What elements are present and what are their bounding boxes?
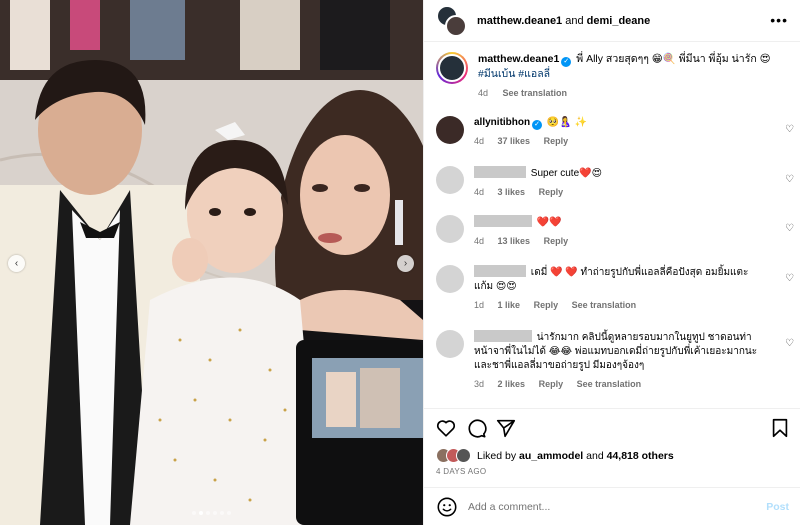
comment-text: 🥺🤱 ✨ — [544, 117, 588, 128]
caption-hashtags[interactable]: #มีนเบ้น #แอลลี่ — [478, 68, 550, 80]
comment-item: ❤️❤️ 4d 13 likes Reply ♡ — [436, 215, 796, 248]
heart-outline-icon[interactable]: ♡ — [785, 174, 794, 185]
post-time-ago[interactable]: 4 DAYS AGO — [436, 467, 486, 476]
redacted-username — [474, 265, 526, 277]
comment-username[interactable]: allynitibhon — [474, 117, 530, 128]
add-comment-input[interactable] — [468, 500, 758, 513]
see-translation-link[interactable]: See translation — [572, 300, 637, 310]
redacted-username — [474, 330, 532, 342]
more-options-icon[interactable]: ••• — [770, 13, 788, 27]
collab-avatars[interactable] — [436, 4, 468, 37]
comment-time[interactable]: 4d — [474, 236, 484, 246]
redacted-username — [474, 215, 532, 227]
comment-likes[interactable]: 2 likes — [498, 379, 526, 389]
comment-likes[interactable]: 13 likes — [498, 236, 531, 246]
header-username-2[interactable]: demi_deane — [587, 15, 651, 27]
comment-item: Super cute❤️😍 4d 3 likes Reply ♡ — [436, 166, 796, 199]
chevron-left-icon: ‹ — [14, 258, 19, 269]
avatar[interactable] — [445, 14, 467, 37]
carousel-dot — [227, 511, 231, 515]
comment-time[interactable]: 4d — [474, 136, 484, 146]
comment-time[interactable]: 4d — [474, 187, 484, 197]
comment-text: ❤️❤️ — [536, 217, 562, 228]
carousel-dot — [192, 511, 196, 515]
liked-by-user[interactable]: au_ammodel — [519, 450, 583, 462]
comment-item: allynitibhon ✓ 🥺🤱 ✨ 4d 37 likes Reply ♡ — [436, 116, 796, 148]
carousel-dot — [206, 511, 210, 515]
add-comment-bar: Post — [424, 487, 800, 525]
comment-text: Super cute❤️😍 — [530, 168, 603, 179]
liked-by-others[interactable]: 44,818 others — [607, 450, 674, 462]
comment-bubble-icon[interactable] — [465, 417, 487, 439]
bookmark-icon[interactable] — [769, 417, 791, 439]
comment-time[interactable]: 3d — [474, 379, 484, 389]
carousel-dot — [213, 511, 217, 515]
instagram-post-window: ‹ › matthew.deane1 and demi_deane ••• ma… — [0, 0, 800, 525]
comment-likes[interactable]: 3 likes — [498, 187, 526, 197]
avatar[interactable] — [436, 166, 464, 194]
post-caption: matthew.deane1 ✓ พี่ Ally สวยสุดๆๆ 😁🍭 พี่… — [436, 52, 791, 101]
post-comment-button[interactable]: Post — [766, 501, 789, 513]
avatar[interactable] — [436, 215, 464, 243]
avatar[interactable] — [436, 265, 464, 293]
comment-reply-button[interactable]: Reply — [534, 300, 559, 310]
caption-time[interactable]: 4d — [478, 88, 488, 98]
post-side-panel: matthew.deane1 and demi_deane ••• matthe… — [423, 0, 800, 525]
liked-by-prefix: Liked by — [477, 449, 517, 462]
comment-likes[interactable]: 37 likes — [498, 136, 531, 146]
comment-likes[interactable]: 1 like — [498, 300, 521, 310]
carousel-prev-button[interactable]: ‹ — [8, 255, 25, 272]
see-translation-link[interactable]: See translation — [503, 88, 568, 98]
verified-icon: ✓ — [532, 120, 543, 130]
avatar[interactable] — [436, 330, 464, 358]
avatar[interactable] — [436, 116, 464, 144]
header-joiner: and — [565, 14, 584, 27]
header-usernames: matthew.deane1 and demi_deane — [477, 15, 650, 27]
share-send-icon[interactable] — [495, 417, 517, 439]
see-translation-link[interactable]: See translation — [577, 379, 642, 389]
heart-outline-icon[interactable]: ♡ — [785, 338, 794, 349]
liked-by-joiner: and — [586, 449, 604, 462]
comment-time[interactable]: 1d — [474, 300, 484, 310]
caption-text: พี่ Ally สวยสุดๆๆ 😁🍭 พี่มีนา พี่อุ้ม น่า… — [576, 53, 771, 65]
heart-outline-icon[interactable]: ♡ — [785, 273, 794, 284]
heart-outline-icon[interactable]: ♡ — [785, 124, 794, 135]
avatar[interactable] — [436, 52, 468, 84]
comment-reply-button[interactable]: Reply — [539, 379, 564, 389]
post-actions-bar — [424, 408, 800, 448]
heart-outline-icon[interactable]: ♡ — [785, 223, 794, 234]
comment-reply-button[interactable]: Reply — [539, 187, 564, 197]
comment-reply-button[interactable]: Reply — [544, 136, 569, 146]
carousel-next-button[interactable]: › — [397, 255, 414, 272]
likes-summary: Liked by au_ammodel and 44,818 others — [436, 448, 674, 463]
chevron-right-icon: › — [403, 258, 408, 269]
photo-illustration — [0, 0, 423, 525]
carousel-dot — [199, 511, 203, 515]
carousel-dots — [0, 511, 423, 515]
post-photo[interactable]: ‹ › — [0, 0, 423, 525]
avatar — [456, 448, 471, 463]
emoji-smile-icon[interactable] — [436, 496, 458, 518]
comment-item: น่ารักมาก คลิปนี้ดูหลายรอบมากในยูทูป ชาด… — [436, 330, 796, 391]
comment-item: เดมี่ ❤️ ❤️ ทำถ่ายรูปกับพี่แอลลี่คือปังส… — [436, 265, 796, 312]
like-heart-icon[interactable] — [435, 417, 457, 439]
post-header: matthew.deane1 and demi_deane ••• — [424, 0, 800, 42]
redacted-username — [474, 166, 526, 178]
comment-reply-button[interactable]: Reply — [544, 236, 569, 246]
header-username-1[interactable]: matthew.deane1 — [477, 15, 562, 27]
caption-username[interactable]: matthew.deane1 — [478, 53, 559, 65]
verified-icon: ✓ — [561, 57, 572, 67]
carousel-dot — [220, 511, 224, 515]
